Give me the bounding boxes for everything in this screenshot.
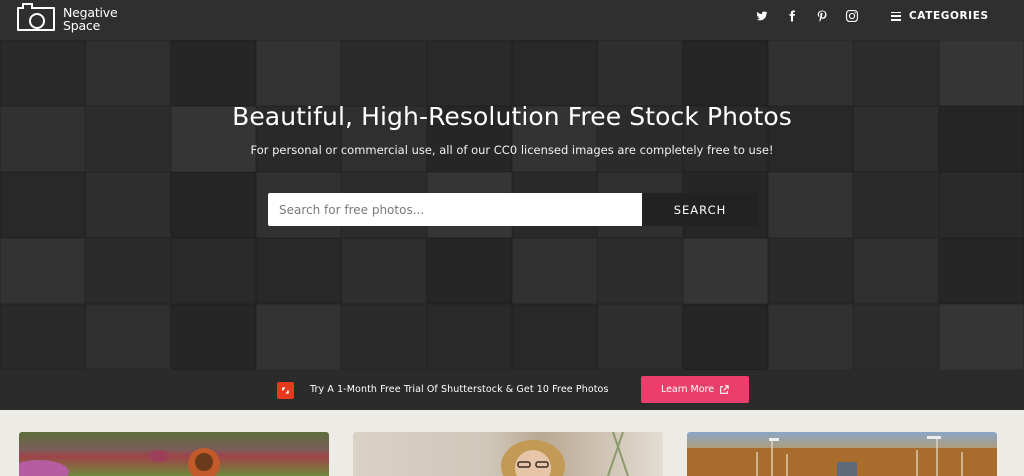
photo-card[interactable]: [687, 432, 997, 476]
learn-more-button[interactable]: Learn More: [641, 376, 749, 403]
learn-more-label: Learn More: [660, 384, 715, 395]
twitter-icon[interactable]: [752, 9, 772, 23]
photo-grid: [0, 410, 1024, 476]
search-bar: SEARCH: [268, 193, 758, 226]
photo-card[interactable]: [353, 432, 663, 476]
logo-text: Negative Space: [63, 6, 118, 32]
page-title: Beautiful, High-Resolution Free Stock Ph…: [232, 102, 792, 131]
search-input[interactable]: [268, 193, 642, 226]
pinterest-icon[interactable]: [812, 9, 832, 23]
promo-banner: Try A 1-Month Free Trial Of Shutterstock…: [0, 370, 1024, 410]
social-links: [752, 9, 862, 23]
site-logo[interactable]: Negative Space: [17, 3, 118, 34]
logo-line-2: Space: [63, 18, 101, 33]
promo-text: Try A 1-Month Free Trial Of Shutterstock…: [310, 384, 609, 395]
facebook-icon[interactable]: [782, 9, 802, 23]
photo-card[interactable]: [19, 432, 329, 476]
categories-label: CATEGORIES: [909, 10, 989, 22]
search-button[interactable]: SEARCH: [642, 193, 758, 226]
categories-menu-button[interactable]: CATEGORIES: [891, 10, 989, 22]
hamburger-icon: [891, 11, 901, 21]
top-navigation-bar: Negative Space CATEGORIES: [0, 0, 1024, 40]
hero-subtitle: For personal or commercial use, all of o…: [250, 143, 774, 157]
instagram-icon[interactable]: [842, 9, 862, 23]
camera-logo-icon: [17, 3, 55, 31]
hero-section: Beautiful, High-Resolution Free Stock Ph…: [0, 40, 1024, 370]
shutterstock-icon: [277, 382, 294, 399]
external-link-icon: [720, 384, 729, 394]
